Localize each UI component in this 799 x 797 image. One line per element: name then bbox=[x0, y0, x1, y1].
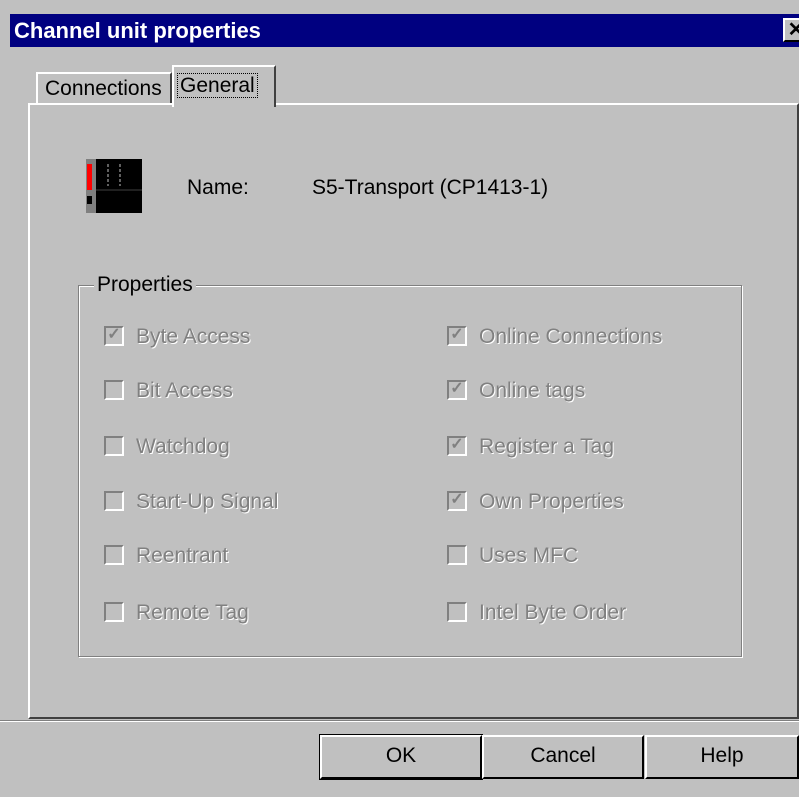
checkbox-label: Online tags bbox=[479, 379, 586, 402]
checkbox-box: ✓ bbox=[447, 436, 467, 456]
check-icon: ✓ bbox=[450, 326, 464, 343]
checkbox-label: Intel Byte Order bbox=[479, 601, 627, 624]
help-button[interactable]: Help bbox=[645, 735, 799, 779]
checkbox-label: Online Connections bbox=[479, 325, 663, 348]
checkbox-box: ✓ bbox=[447, 491, 467, 511]
close-button[interactable]: ✕ bbox=[783, 18, 799, 42]
checkbox-label: Watchdog bbox=[136, 435, 230, 458]
help-button-label: Help bbox=[700, 744, 744, 767]
checkbox-label: Byte Access bbox=[136, 325, 251, 348]
window-title: Channel unit properties bbox=[14, 18, 261, 43]
checkbox-box bbox=[104, 436, 124, 456]
tab-general-label: General bbox=[177, 73, 258, 98]
properties-legend: Properties bbox=[94, 273, 196, 297]
title-bar: Channel unit properties ✕ bbox=[10, 14, 799, 47]
tab-connections[interactable]: Connections bbox=[36, 72, 172, 104]
checkbox-label: Start-Up Signal bbox=[136, 490, 279, 513]
ok-button[interactable]: OK bbox=[319, 734, 483, 780]
divider bbox=[0, 720, 799, 722]
checkbox-label: Own Properties bbox=[479, 490, 624, 513]
checkbox-box bbox=[104, 491, 124, 511]
checkbox-label: Bit Access bbox=[136, 379, 233, 402]
checkbox-label: Remote Tag bbox=[136, 601, 249, 624]
checkbox-box: ✓ bbox=[104, 326, 124, 346]
channel-unit-device-icon bbox=[84, 156, 144, 216]
ok-button-label: OK bbox=[385, 744, 417, 767]
checkbox-box bbox=[447, 602, 467, 622]
check-icon: ✓ bbox=[450, 436, 464, 453]
check-icon: ✓ bbox=[450, 380, 464, 397]
checkbox-box bbox=[447, 545, 467, 565]
name-label: Name: bbox=[187, 176, 249, 199]
checkbox-box: ✓ bbox=[447, 326, 467, 346]
checkbox-label: Reentrant bbox=[136, 544, 229, 567]
tab-general[interactable]: General bbox=[172, 65, 276, 107]
checkbox-box: ✓ bbox=[447, 380, 467, 400]
check-icon: ✓ bbox=[107, 326, 121, 343]
cancel-button[interactable]: Cancel bbox=[482, 735, 644, 779]
checkbox-label: Uses MFC bbox=[479, 544, 579, 567]
cancel-button-label: Cancel bbox=[530, 744, 596, 767]
channel-unit-properties-dialog: Channel unit properties ✕ Connections Ge… bbox=[0, 0, 799, 797]
close-icon: ✕ bbox=[787, 19, 799, 41]
checkbox-box bbox=[104, 380, 124, 400]
tab-connections-label: Connections bbox=[45, 77, 162, 100]
checkbox-label: Register a Tag bbox=[479, 435, 615, 458]
name-value: S5-Transport (CP1413-1) bbox=[312, 176, 549, 199]
check-icon: ✓ bbox=[450, 491, 464, 508]
checkbox-box bbox=[104, 602, 124, 622]
checkbox-box bbox=[104, 545, 124, 565]
